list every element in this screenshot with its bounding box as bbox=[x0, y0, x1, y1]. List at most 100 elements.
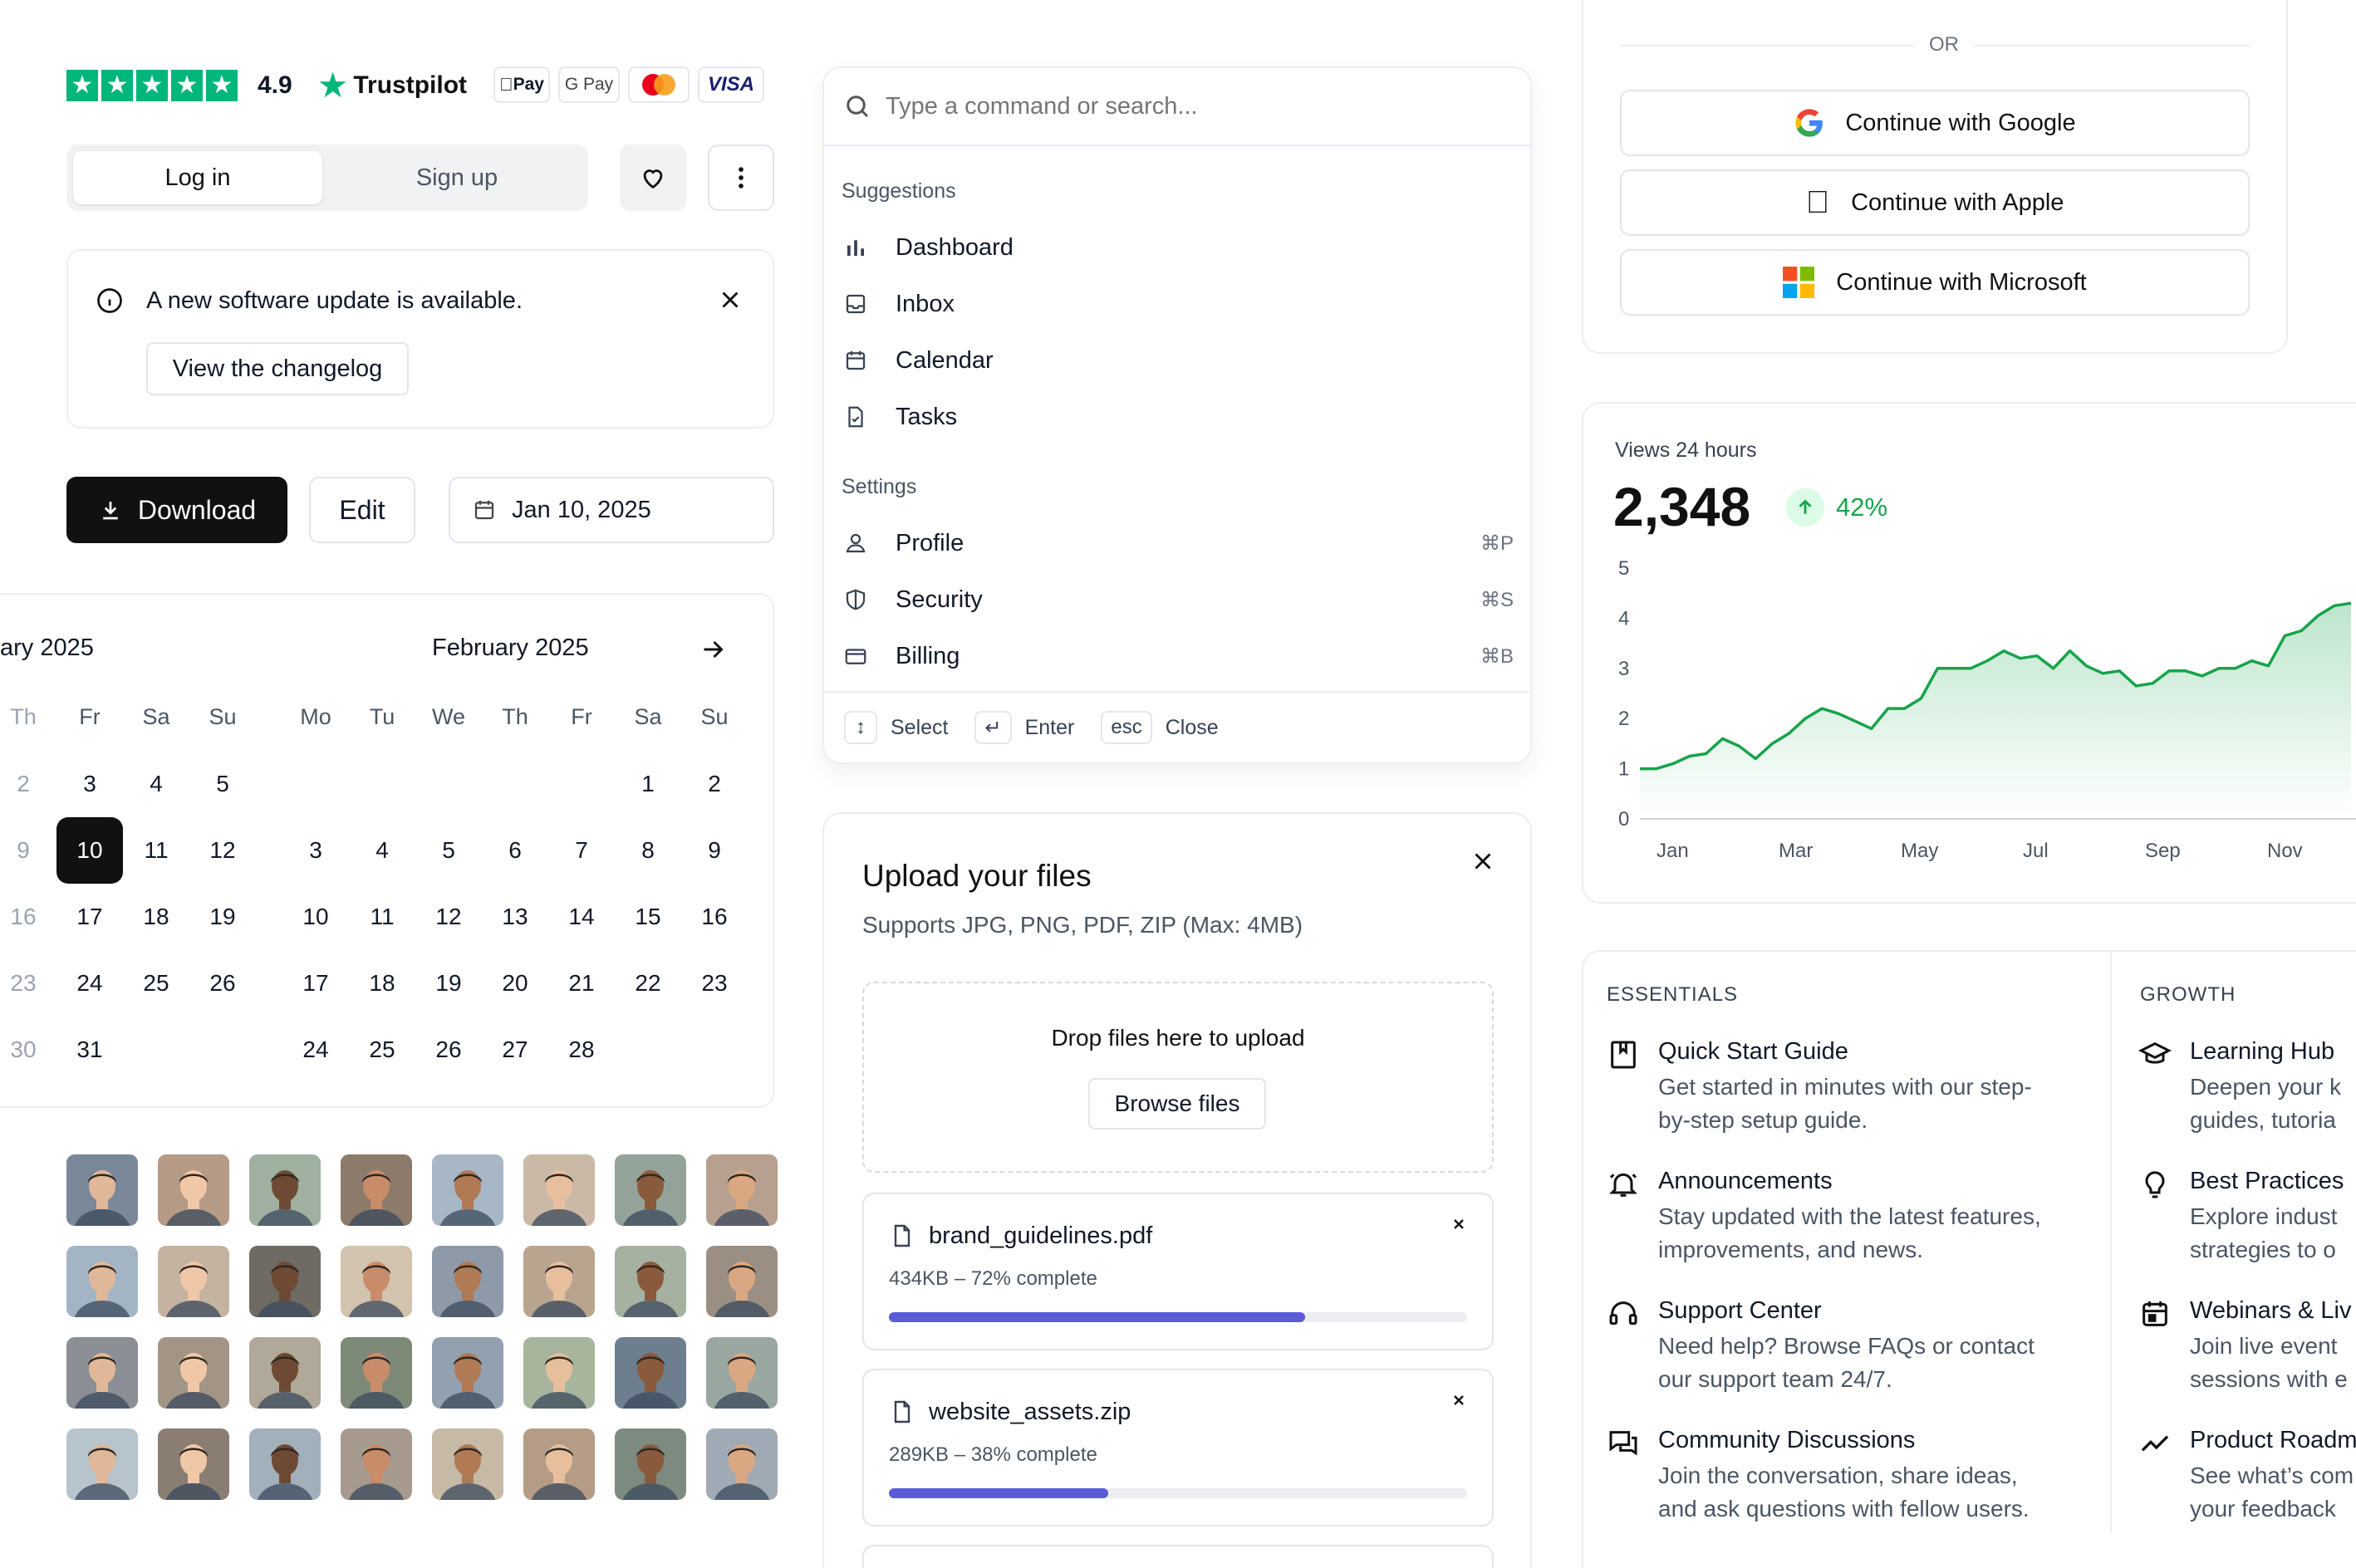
avatar[interactable] bbox=[615, 1154, 686, 1226]
calendar-day[interactable]: 26 bbox=[189, 950, 256, 1017]
microsoft-login-button[interactable]: Continue with Microsoft bbox=[1620, 249, 2250, 316]
calendar-day[interactable]: 20 bbox=[482, 950, 548, 1017]
calendar-day[interactable]: 2 bbox=[0, 751, 56, 817]
avatar[interactable] bbox=[158, 1246, 229, 1317]
resource-product-roadmap[interactable]: Product Roadm See what’s com your feedbac… bbox=[2138, 1427, 2356, 1526]
avatar[interactable] bbox=[158, 1428, 229, 1500]
calendar-day[interactable]: 12 bbox=[415, 884, 482, 950]
command-item-calendar[interactable]: Calendar bbox=[841, 345, 994, 375]
calendar-day[interactable]: 1 bbox=[615, 751, 681, 817]
calendar-day[interactable]: 3 bbox=[282, 817, 349, 884]
avatar[interactable] bbox=[249, 1428, 321, 1500]
calendar-day[interactable]: 7 bbox=[548, 817, 615, 884]
calendar-day[interactable]: 25 bbox=[123, 950, 189, 1017]
favorite-button[interactable] bbox=[620, 145, 686, 211]
calendar-day[interactable]: 10 bbox=[282, 884, 349, 950]
calendar-day[interactable]: 21 bbox=[548, 950, 615, 1017]
drop-zone[interactable] bbox=[862, 982, 1494, 1173]
calendar-day[interactable]: 18 bbox=[123, 884, 189, 950]
avatar[interactable] bbox=[66, 1337, 138, 1409]
calendar-day[interactable]: 14 bbox=[548, 884, 615, 950]
tab-login[interactable]: Log in bbox=[73, 151, 322, 204]
calendar-day[interactable]: 24 bbox=[56, 950, 123, 1017]
calendar-day[interactable]: 12 bbox=[189, 817, 256, 884]
tab-signup[interactable]: Sign up bbox=[332, 151, 582, 204]
calendar-day[interactable]: 5 bbox=[189, 751, 256, 817]
calendar-day[interactable]: 3 bbox=[56, 751, 123, 817]
avatar[interactable] bbox=[706, 1154, 778, 1226]
close-icon[interactable] bbox=[716, 286, 744, 314]
command-item-inbox[interactable]: Inbox bbox=[841, 289, 955, 319]
avatar[interactable] bbox=[66, 1246, 138, 1317]
calendar-day[interactable]: 24 bbox=[282, 1017, 349, 1083]
avatar[interactable] bbox=[341, 1246, 412, 1317]
command-item-dashboard[interactable]: Dashboard bbox=[841, 233, 1014, 262]
date-picker-button[interactable]: Jan 10, 2025 bbox=[449, 477, 774, 543]
resource-support-center[interactable]: Support Center Need help? Browse FAQs or… bbox=[1607, 1297, 2035, 1396]
calendar-day[interactable]: 15 bbox=[615, 884, 681, 950]
calendar-day[interactable]: 6 bbox=[482, 817, 548, 884]
avatar[interactable] bbox=[615, 1337, 686, 1409]
calendar-day[interactable]: 25 bbox=[349, 1017, 415, 1083]
google-login-button[interactable]: Continue with Google bbox=[1620, 90, 2250, 156]
changelog-button[interactable]: View the changelog bbox=[146, 342, 409, 395]
calendar-day[interactable]: 30 bbox=[0, 1017, 56, 1083]
command-item-profile[interactable]: Profile bbox=[841, 528, 964, 558]
avatar[interactable] bbox=[249, 1246, 321, 1317]
resource-best-practices[interactable]: Best Practices Explore indust strategies … bbox=[2138, 1168, 2344, 1267]
calendar-day[interactable]: 23 bbox=[0, 950, 56, 1017]
avatar[interactable] bbox=[706, 1337, 778, 1409]
calendar-day[interactable]: 13 bbox=[482, 884, 548, 950]
command-item-security[interactable]: Security bbox=[841, 585, 983, 615]
avatar[interactable] bbox=[523, 1246, 595, 1317]
avatar[interactable] bbox=[432, 1154, 503, 1226]
calendar-day[interactable]: 11 bbox=[123, 817, 189, 884]
avatar[interactable] bbox=[523, 1154, 595, 1226]
resource-announcements[interactable]: Announcements Stay updated with the late… bbox=[1607, 1168, 2041, 1267]
remove-file-icon[interactable] bbox=[1449, 1214, 1469, 1234]
resource-webinars[interactable]: Webinars & Liv Join live event sessions w… bbox=[2138, 1297, 2352, 1396]
avatar[interactable] bbox=[523, 1337, 595, 1409]
calendar-day[interactable]: 19 bbox=[189, 884, 256, 950]
calendar-day[interactable]: 19 bbox=[415, 950, 482, 1017]
calendar-day[interactable]: 5 bbox=[415, 817, 482, 884]
avatar[interactable] bbox=[706, 1428, 778, 1500]
calendar-day[interactable]: 9 bbox=[681, 817, 748, 884]
avatar[interactable] bbox=[432, 1246, 503, 1317]
browse-files-button[interactable]: Browse files bbox=[1088, 1078, 1266, 1129]
avatar[interactable] bbox=[615, 1428, 686, 1500]
calendar-day[interactable]: 23 bbox=[681, 950, 748, 1017]
command-item-tasks[interactable]: Tasks bbox=[841, 402, 957, 432]
avatar[interactable] bbox=[341, 1337, 412, 1409]
calendar-day[interactable]: 4 bbox=[123, 751, 189, 817]
calendar-day[interactable]: 18 bbox=[349, 950, 415, 1017]
calendar-day[interactable]: 17 bbox=[56, 884, 123, 950]
resource-quick-start[interactable]: Quick Start Guide Get started in minutes… bbox=[1607, 1038, 2032, 1137]
calendar-day[interactable]: 2 bbox=[681, 751, 748, 817]
calendar-day[interactable]: 31 bbox=[56, 1017, 123, 1083]
avatar[interactable] bbox=[432, 1337, 503, 1409]
remove-file-icon[interactable] bbox=[1449, 1390, 1469, 1410]
calendar-day[interactable]: 26 bbox=[415, 1017, 482, 1083]
avatar[interactable] bbox=[66, 1154, 138, 1226]
calendar-day[interactable]: 8 bbox=[615, 817, 681, 884]
avatar[interactable] bbox=[615, 1246, 686, 1317]
edit-button[interactable]: Edit bbox=[309, 477, 415, 543]
calendar-day[interactable]: 17 bbox=[282, 950, 349, 1017]
calendar-day[interactable]: 11 bbox=[349, 884, 415, 950]
calendar-day[interactable]: 22 bbox=[615, 950, 681, 1017]
avatar[interactable] bbox=[66, 1428, 138, 1500]
calendar-day-selected[interactable]: 10 bbox=[56, 817, 123, 884]
next-month-arrow-icon[interactable] bbox=[698, 635, 728, 664]
avatar[interactable] bbox=[523, 1428, 595, 1500]
calendar-day[interactable]: 9 bbox=[0, 817, 56, 884]
calendar-day[interactable]: 16 bbox=[681, 884, 748, 950]
avatar[interactable] bbox=[341, 1428, 412, 1500]
close-icon[interactable] bbox=[1469, 847, 1497, 875]
calendar-day[interactable]: 27 bbox=[482, 1017, 548, 1083]
resource-learning-hub[interactable]: Learning Hub Deepen your k guides, tutori… bbox=[2138, 1038, 2341, 1137]
avatar[interactable] bbox=[158, 1337, 229, 1409]
avatar[interactable] bbox=[341, 1154, 412, 1226]
apple-login-button[interactable]:  Continue with Apple bbox=[1620, 169, 2250, 236]
download-button[interactable]: Download bbox=[66, 477, 287, 543]
